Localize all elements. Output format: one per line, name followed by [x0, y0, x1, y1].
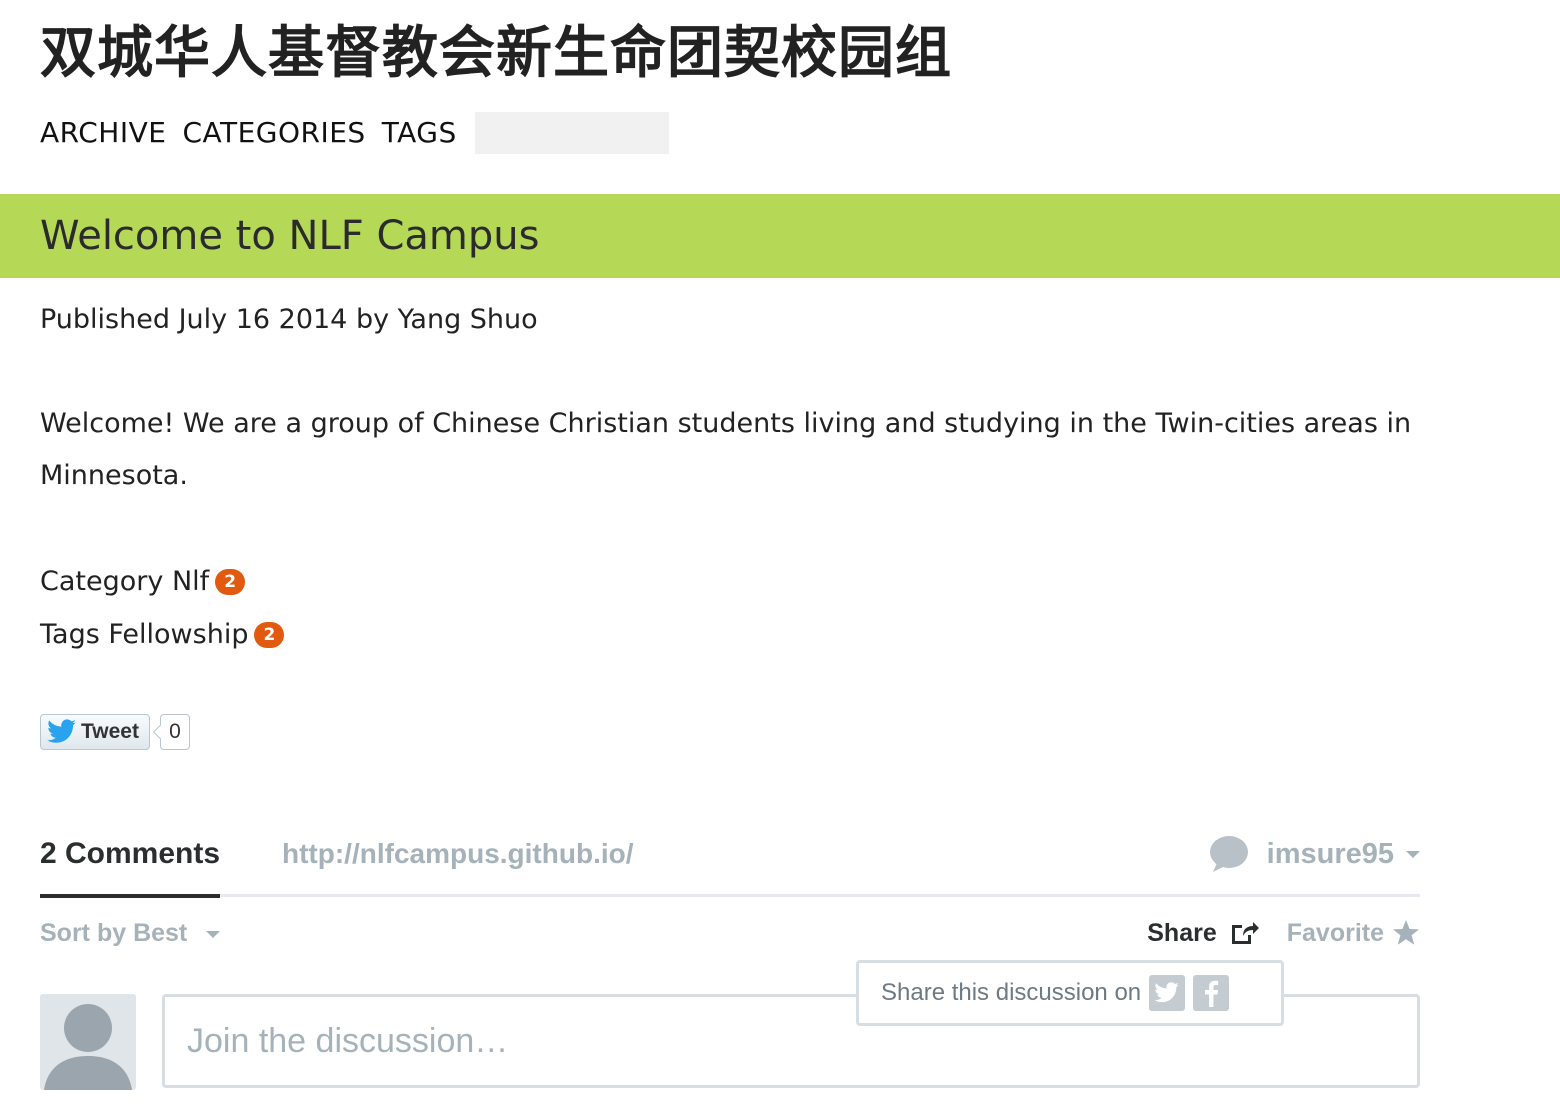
- sort-label: Sort by Best: [40, 919, 188, 947]
- tag-link[interactable]: Fellowship: [108, 619, 248, 650]
- twitter-share-icon[interactable]: [1149, 975, 1186, 1011]
- disqus-header: 2 Comments http://nlfcampus.github.io/ i…: [40, 830, 1420, 898]
- star-icon: [1393, 920, 1419, 945]
- user-avatar-icon: [1209, 836, 1248, 872]
- tag-count-badge: 2: [254, 622, 285, 648]
- category-label: Category: [40, 566, 164, 597]
- favorite-label: Favorite: [1286, 919, 1384, 947]
- user-menu[interactable]: imsure95: [1209, 830, 1420, 878]
- tweet-button[interactable]: Tweet: [40, 714, 150, 750]
- search-input[interactable]: [474, 112, 669, 154]
- tweet-count: 0: [160, 714, 190, 750]
- thread-actions: Share Favorite: [1147, 916, 1420, 950]
- site-title[interactable]: 双城华人基督教会新生命团契校园组: [40, 18, 952, 90]
- avatar: [40, 994, 136, 1090]
- category-link[interactable]: Nlf: [172, 566, 209, 597]
- share-label: Share: [1147, 919, 1217, 947]
- main-nav: ARCHIVE CATEGORIES TAGS: [40, 112, 669, 154]
- facebook-share-icon[interactable]: [1193, 975, 1230, 1011]
- twitter-bird-icon: [47, 719, 76, 743]
- sort-dropdown[interactable]: Sort by Best: [40, 916, 221, 950]
- username: imsure95: [1266, 837, 1394, 870]
- post-category: Category Nlf 2: [40, 560, 246, 604]
- category-count-badge: 2: [215, 569, 246, 595]
- favorite-button[interactable]: Favorite: [1287, 916, 1420, 950]
- share-button[interactable]: Share: [1147, 916, 1259, 950]
- post-body: Welcome! We are a group of Chinese Chris…: [40, 408, 1412, 491]
- comment-input-placeholder: Join the discussion…: [187, 1022, 509, 1060]
- share-popup: Share this discussion on: [856, 960, 1284, 1026]
- post-title: Welcome to NLF Campus: [40, 213, 540, 259]
- nav-categories[interactable]: CATEGORIES: [182, 112, 365, 154]
- nav-tags[interactable]: TAGS: [382, 112, 457, 154]
- chevron-down-icon: [206, 930, 221, 938]
- user-avatar-placeholder-icon: [44, 1004, 132, 1090]
- post-meta: Published July 16 2014 by Yang Shuo: [40, 304, 538, 335]
- disqus-thread: 2 Comments http://nlfcampus.github.io/ i…: [40, 830, 1420, 1112]
- chevron-down-icon: [1406, 850, 1420, 858]
- share-popup-text: Share this discussion on: [881, 979, 1142, 1006]
- comment-count-tab[interactable]: 2 Comments: [40, 830, 221, 898]
- nav-archive[interactable]: ARCHIVE: [40, 112, 166, 154]
- community-link[interactable]: http://nlfcampus.github.io/: [282, 830, 634, 878]
- share-icon: [1231, 922, 1259, 944]
- tweet-widget: Tweet 0: [40, 714, 190, 750]
- tags-label: Tags: [40, 619, 100, 650]
- post-title-banner: Welcome to NLF Campus: [0, 194, 1560, 278]
- post-tags: Tags Fellowship 2: [40, 613, 285, 657]
- tweet-label: Tweet: [81, 720, 139, 743]
